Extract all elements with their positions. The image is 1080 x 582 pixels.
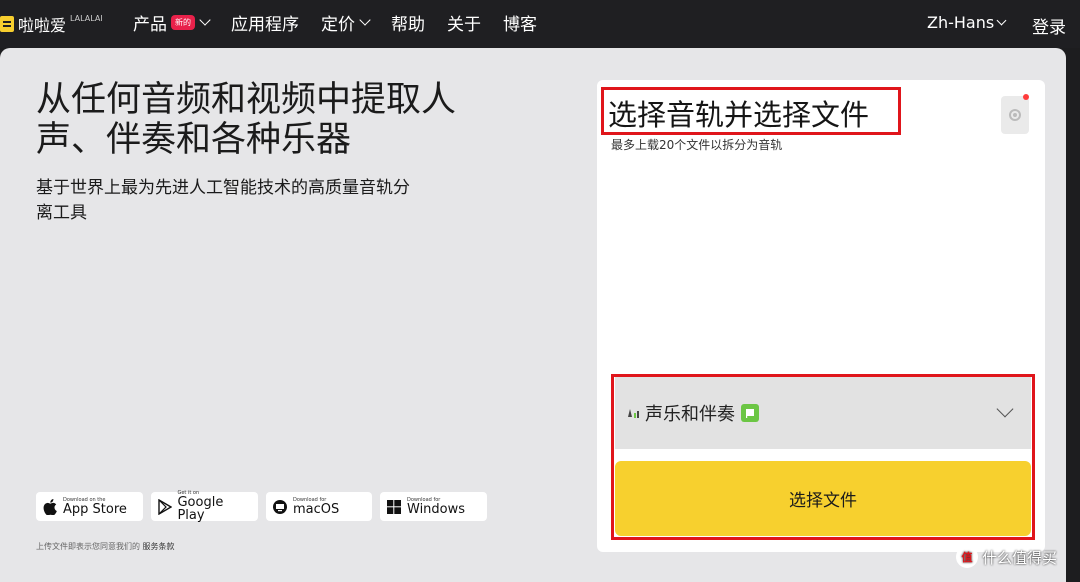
logo-icon xyxy=(0,16,14,32)
vocal-instrumental-icon xyxy=(628,409,639,418)
store-big-text: Google Play xyxy=(177,495,224,523)
main-content: 从任何音频和视频中提取人声、伴奏和各种乐器 基于世界上最为先进人工智能技术的高质… xyxy=(0,48,1066,582)
windows-icon xyxy=(386,499,402,515)
new-badge: 新的 xyxy=(171,15,195,30)
language-label: Zh-Hans xyxy=(927,13,995,32)
upload-limit-note: 最多上载20个文件以拆分为音轨 xyxy=(611,138,783,152)
track-type-label: 声乐和伴奏 xyxy=(645,404,735,425)
logo-text: 啦啦爱 xyxy=(18,16,67,35)
store-big-text: App Store xyxy=(63,501,127,517)
nav-item-label: 产品 xyxy=(133,15,167,35)
nav-item-pricing[interactable]: 定价 xyxy=(321,10,371,35)
language-selector[interactable]: Zh-Hans xyxy=(927,13,1007,32)
terms-notice: 上传文件即表示您同意我们的 服务条款 xyxy=(36,541,175,552)
terms-link[interactable]: 服务条款 xyxy=(143,542,175,551)
watermark: 值 什么值得买 xyxy=(956,546,1057,568)
macos-icon xyxy=(272,499,288,515)
google-play-icon xyxy=(157,498,172,515)
app-store-button[interactable]: Download on the App Store xyxy=(36,492,143,521)
nav-item-about[interactable]: 关于 xyxy=(447,10,481,35)
nav-item-label: 帮助 xyxy=(391,15,425,35)
chevron-down-icon xyxy=(359,14,371,26)
nav-item-label: 应用程序 xyxy=(231,15,299,35)
logo-subtext: LALALAI xyxy=(70,13,103,23)
nav-item-apps[interactable]: 应用程序 xyxy=(231,10,299,35)
store-big-text: macOS xyxy=(293,501,340,517)
title-highlight-box: 选择音轨并选择文件 xyxy=(601,87,901,135)
settings-button[interactable] xyxy=(1001,94,1029,134)
flag-icon xyxy=(741,404,759,422)
top-navigation-bar: 啦啦爱 LALALAI 产品 新的 应用程序 定价 帮助 关于 博客 Zh-Ha… xyxy=(0,0,1080,48)
nav-item-label: 关于 xyxy=(447,15,481,35)
macos-button[interactable]: Download for macOS xyxy=(266,492,372,521)
store-big-text: Windows xyxy=(407,501,466,517)
terms-text: 上传文件即表示您同意我们的 xyxy=(36,542,140,551)
apple-icon xyxy=(42,498,58,515)
watermark-logo: 值 xyxy=(956,546,978,568)
hero-subtitle: 基于世界上最为先进人工智能技术的高质量音轨分离工具 xyxy=(36,178,410,223)
watermark-text: 什么值得买 xyxy=(982,548,1058,567)
main-nav: 产品 新的 应用程序 定价 帮助 关于 博客 xyxy=(133,10,559,35)
chevron-down-icon xyxy=(996,400,1014,418)
panel-title: 选择音轨并选择文件 xyxy=(608,98,870,132)
nav-item-products[interactable]: 产品 新的 xyxy=(133,10,211,35)
hero-title: 从任何音频和视频中提取人声、伴奏和各种乐器 xyxy=(36,80,457,160)
window-edge xyxy=(1066,48,1080,582)
nav-item-label: 博客 xyxy=(503,15,537,35)
site-logo[interactable]: 啦啦爱 LALALAI xyxy=(0,12,103,36)
login-link[interactable]: 登录 xyxy=(1032,13,1066,38)
gear-icon xyxy=(1009,109,1021,121)
nav-item-label: 定价 xyxy=(321,15,355,35)
store-badges: Download on the App Store Get it on Goog… xyxy=(36,491,487,523)
nav-item-help[interactable]: 帮助 xyxy=(391,10,425,35)
notification-dot xyxy=(1023,94,1029,100)
nav-item-blog[interactable]: 博客 xyxy=(503,10,537,35)
chevron-down-icon xyxy=(996,15,1007,25)
track-type-select[interactable]: 声乐和伴奏 xyxy=(615,377,1031,449)
choose-file-button[interactable]: 选择文件 xyxy=(615,461,1031,536)
upload-panel: 选择音轨并选择文件 最多上载20个文件以拆分为音轨 声乐和伴奏 选择文件 xyxy=(597,80,1045,552)
windows-button[interactable]: Download for Windows xyxy=(380,492,487,521)
google-play-button[interactable]: Get it on Google Play xyxy=(151,491,258,523)
chevron-down-icon xyxy=(199,14,211,26)
